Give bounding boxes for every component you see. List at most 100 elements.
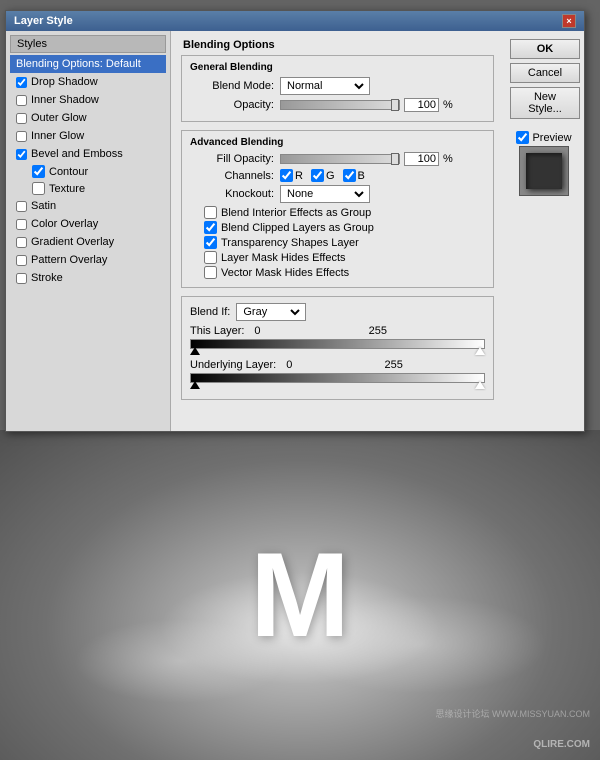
blend-if-section: Blend If: Gray Red Green Blue This Layer… [181, 296, 494, 400]
blend-interior-label: Blend Interior Effects as Group [221, 207, 371, 219]
preview-checkbox[interactable] [516, 131, 529, 144]
inner-glow-label: Inner Glow [31, 130, 84, 142]
blend-clipped-checkbox[interactable] [204, 221, 217, 234]
inner-shadow-checkbox[interactable] [16, 95, 27, 106]
channel-b-item: B [343, 169, 365, 182]
layer-item-color-overlay[interactable]: Color Overlay [10, 215, 166, 233]
channel-r-item: R [280, 169, 303, 182]
this-layer-handles [190, 347, 485, 355]
cb4-row: Layer Mask Hides Effects [190, 251, 485, 264]
blend-mode-label: Blend Mode: [190, 80, 280, 92]
fill-opacity-slider-container: % [280, 152, 453, 166]
this-layer-handle-right[interactable] [475, 347, 485, 355]
bevel-emboss-checkbox[interactable] [16, 149, 27, 160]
stroke-checkbox[interactable] [16, 273, 27, 284]
outer-glow-checkbox[interactable] [16, 113, 27, 124]
blend-if-select[interactable]: Gray Red Green Blue [239, 305, 303, 319]
gradient-overlay-label: Gradient Overlay [31, 236, 114, 248]
blending-options-title: Blending Options [181, 39, 494, 51]
ok-button[interactable]: OK [510, 39, 580, 59]
this-layer-slider-row: This Layer: 0 255 [190, 325, 485, 353]
color-overlay-checkbox[interactable] [16, 219, 27, 230]
layer-item-contour[interactable]: Contour [10, 163, 166, 180]
fill-opacity-slider[interactable] [280, 154, 400, 164]
fill-opacity-percent: % [443, 153, 453, 165]
knockout-select[interactable]: None Shallow Deep [283, 187, 367, 201]
knockout-row: Knockout: None Shallow Deep [190, 185, 485, 203]
contour-checkbox[interactable] [32, 165, 45, 178]
layer-style-dialog: Layer Style × Styles Blending Options: D… [5, 10, 585, 432]
preview-label: Preview [532, 132, 571, 144]
layer-item-drop-shadow[interactable]: Drop Shadow [10, 73, 166, 91]
dialog-body: Styles Blending Options: Default Drop Sh… [6, 31, 584, 431]
channels-row: Channels: R G B [190, 169, 485, 182]
dialog-title: Layer Style [14, 15, 73, 27]
texture-checkbox[interactable] [32, 182, 45, 195]
opacity-slider-container: % [280, 98, 453, 112]
opacity-input[interactable] [404, 98, 439, 112]
this-layer-label: This Layer: [190, 325, 244, 337]
channel-r-label: R [295, 170, 303, 182]
satin-checkbox[interactable] [16, 201, 27, 212]
underlying-handle-right[interactable] [475, 381, 485, 389]
channel-g-label: G [326, 170, 335, 182]
preview-box [519, 146, 569, 196]
blend-mode-row: Blend Mode: Normal Dissolve Multiply Scr… [190, 77, 485, 95]
stroke-label: Stroke [31, 272, 63, 284]
color-overlay-label: Color Overlay [31, 218, 98, 230]
layer-item-texture[interactable]: Texture [10, 180, 166, 197]
cb3-row: Transparency Shapes Layer [190, 236, 485, 249]
layer-item-bevel-emboss[interactable]: Bevel and Emboss [10, 145, 166, 163]
cb1-row: Blend Interior Effects as Group [190, 206, 485, 219]
blend-interior-checkbox[interactable] [204, 206, 217, 219]
layer-item-inner-glow[interactable]: Inner Glow [10, 127, 166, 145]
layer-mask-hides-label: Layer Mask Hides Effects [221, 252, 346, 264]
layer-item-stroke[interactable]: Stroke [10, 269, 166, 287]
this-layer-handle-left[interactable] [190, 347, 200, 355]
layer-item-inner-shadow[interactable]: Inner Shadow [10, 91, 166, 109]
background-letter: M [250, 526, 350, 664]
dialog-titlebar: Layer Style × [6, 11, 584, 31]
underlying-handle-left[interactable] [190, 381, 200, 389]
knockout-select-container[interactable]: None Shallow Deep [280, 185, 370, 203]
fill-opacity-row: Fill Opacity: % [190, 152, 485, 166]
general-blending-section: General Blending Blend Mode: Normal Diss… [181, 55, 494, 122]
advanced-blending-title: Advanced Blending [190, 137, 485, 148]
layer-item-satin[interactable]: Satin [10, 197, 166, 215]
pattern-overlay-checkbox[interactable] [16, 255, 27, 266]
transparency-shapes-checkbox[interactable] [204, 236, 217, 249]
vector-mask-hides-label: Vector Mask Hides Effects [221, 267, 349, 279]
new-style-button[interactable]: New Style... [510, 87, 580, 119]
gradient-overlay-checkbox[interactable] [16, 237, 27, 248]
fill-opacity-input[interactable] [404, 152, 439, 166]
blend-if-select-container[interactable]: Gray Red Green Blue [236, 303, 306, 321]
opacity-slider[interactable] [280, 100, 400, 110]
transparency-shapes-label: Transparency Shapes Layer [221, 237, 359, 249]
styles-header[interactable]: Styles [10, 35, 166, 53]
channel-g-item: G [311, 169, 335, 182]
channel-r-checkbox[interactable] [280, 169, 293, 182]
layer-item-outer-glow[interactable]: Outer Glow [10, 109, 166, 127]
watermark-2: QLIRE.COM [533, 739, 590, 750]
layer-item-blending-options[interactable]: Blending Options: Default [10, 55, 166, 73]
drop-shadow-checkbox[interactable] [16, 77, 27, 88]
inner-shadow-label: Inner Shadow [31, 94, 99, 106]
vector-mask-hides-checkbox[interactable] [204, 266, 217, 279]
underlying-max: 255 [302, 359, 485, 371]
inner-glow-checkbox[interactable] [16, 131, 27, 142]
cb2-row: Blend Clipped Layers as Group [190, 221, 485, 234]
layer-mask-hides-checkbox[interactable] [204, 251, 217, 264]
cancel-button[interactable]: Cancel [510, 63, 580, 83]
close-button[interactable]: × [562, 14, 576, 28]
this-layer-track [190, 339, 485, 353]
cb5-row: Vector Mask Hides Effects [190, 266, 485, 279]
blending-options-label: Blending Options: Default [16, 58, 141, 70]
channel-g-checkbox[interactable] [311, 169, 324, 182]
blend-if-row: Blend If: Gray Red Green Blue [190, 303, 485, 321]
texture-label: Texture [49, 183, 85, 195]
layer-item-gradient-overlay[interactable]: Gradient Overlay [10, 233, 166, 251]
blend-mode-select-container[interactable]: Normal Dissolve Multiply Screen Overlay [280, 77, 370, 95]
blend-mode-select[interactable]: Normal Dissolve Multiply Screen Overlay [283, 79, 367, 93]
channel-b-checkbox[interactable] [343, 169, 356, 182]
layer-item-pattern-overlay[interactable]: Pattern Overlay [10, 251, 166, 269]
